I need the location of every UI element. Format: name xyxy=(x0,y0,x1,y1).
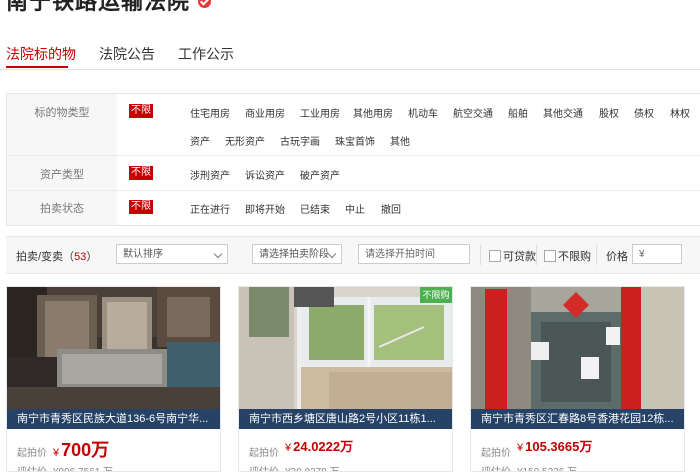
filter-row-asset-type: 资产类型 不限 涉刑资产 诉讼资产 破产资产 xyxy=(7,156,700,191)
listing-card[interactable]: 南宁市青秀区民族大道136-6号南宁华... 起拍价 ¥700万 评估价 ¥99… xyxy=(6,286,221,472)
filter-option[interactable]: 撤回 xyxy=(381,201,401,216)
filter-option[interactable]: 工业用房 xyxy=(300,105,340,120)
filter-option[interactable]: 涉刑资产 xyxy=(190,167,230,182)
start-price-label: 起拍价 xyxy=(249,448,279,459)
no-limit-purchase-badge: 不限购 xyxy=(420,287,452,303)
filter-option[interactable]: 住宅用房 xyxy=(190,105,230,120)
tab-court-items[interactable]: 法院标的物 xyxy=(6,44,76,64)
price-label: 价格 xyxy=(606,251,628,263)
chevron-down-icon xyxy=(327,249,337,259)
filter-option[interactable]: 中止 xyxy=(345,201,365,216)
chevron-down-icon xyxy=(213,249,223,259)
tab-bar: 法院标的物 法院公告 工作公示 xyxy=(0,36,700,70)
property-interior-image xyxy=(7,287,220,409)
filter-option[interactable]: 其他用房 xyxy=(353,105,393,120)
eval-price-label: 评估价 xyxy=(17,463,47,471)
start-time-input[interactable]: 请选择开拍时间 xyxy=(358,244,470,264)
nolimit-button[interactable]: 不限 xyxy=(129,104,153,118)
property-door-image xyxy=(471,287,684,409)
listing-photo[interactable] xyxy=(471,287,684,409)
listing-photo[interactable] xyxy=(239,287,452,409)
filter-option[interactable]: 机动车 xyxy=(408,105,438,120)
filter-label: 拍卖状态 xyxy=(7,200,117,216)
filter-option[interactable]: 其他交通 xyxy=(543,105,583,120)
eval-price-label: 评估价 xyxy=(481,463,511,471)
eval-price: ¥30.0278 万 xyxy=(285,463,340,471)
loan-checkbox[interactable] xyxy=(489,250,501,262)
nolimit-button[interactable]: 不限 xyxy=(129,200,153,214)
price-min-input[interactable]: ¥ xyxy=(632,244,682,264)
active-tab-indicator xyxy=(6,66,68,68)
eval-price: ¥996.7561 万 xyxy=(53,463,113,471)
auction-stage-select[interactable]: 请选择拍卖阶段 xyxy=(252,244,342,264)
filter-option[interactable]: 航空交通 xyxy=(453,105,493,120)
page-title: 南宁铁路运输法院 xyxy=(6,0,191,14)
filter-option[interactable]: 破产资产 xyxy=(300,167,340,182)
sort-select[interactable]: 默认排序 xyxy=(116,244,228,264)
nolimit-button[interactable]: 不限 xyxy=(129,166,153,180)
result-count: 拍卖/变卖（53） xyxy=(16,251,98,263)
filter-option[interactable]: 股权 xyxy=(599,105,619,120)
court-header: 南宁铁路运输法院 xyxy=(0,0,212,16)
filter-panel: 标的物类型 不限 住宅用房 商业用房 工业用房 其他用房 机动车 航空交通 船舶… xyxy=(6,93,700,226)
eval-price: ¥150.5236 万 xyxy=(517,463,577,471)
filter-option[interactable]: 其他 xyxy=(390,133,410,148)
start-price-label: 起拍价 xyxy=(481,448,511,459)
filter-option[interactable]: 诉讼资产 xyxy=(245,167,285,182)
listing-title[interactable]: 南宁市青秀区汇春路8号香港花园12栋... xyxy=(471,409,684,429)
start-price: ¥24.0222万 xyxy=(285,439,354,454)
eval-price-label: 评估价 xyxy=(249,463,279,471)
tab-work-publicity[interactable]: 工作公示 xyxy=(178,44,234,64)
listing-photo[interactable] xyxy=(7,287,220,409)
filter-option[interactable]: 古玩字画 xyxy=(280,133,320,148)
filter-option[interactable]: 商业用房 xyxy=(245,105,285,120)
loan-label: 可贷款 xyxy=(503,251,536,263)
listing-title[interactable]: 南宁市西乡塘区唐山路2号小区11栋1... xyxy=(239,409,452,429)
no-limit-purchase-checkbox[interactable] xyxy=(544,250,556,262)
filter-option[interactable]: 即将开始 xyxy=(245,201,285,216)
filter-label: 标的物类型 xyxy=(7,104,117,120)
listing-title[interactable]: 南宁市青秀区民族大道136-6号南宁华... xyxy=(7,409,220,429)
filter-option[interactable]: 债权 xyxy=(634,105,654,120)
property-balcony-image xyxy=(239,287,452,409)
verified-icon xyxy=(198,0,212,8)
start-price-label: 起拍价 xyxy=(17,448,47,459)
no-limit-purchase-label: 不限购 xyxy=(558,251,591,263)
filter-option[interactable]: 正在进行 xyxy=(190,201,230,216)
listing-card[interactable]: 南宁市青秀区汇春路8号香港花园12栋... 起拍价 ¥105.3665万 评估价… xyxy=(470,286,685,472)
start-price: ¥700万 xyxy=(53,440,110,460)
filter-option[interactable]: 资产 xyxy=(190,133,210,148)
filter-option[interactable]: 无形资产 xyxy=(225,133,265,148)
filter-option[interactable]: 已结束 xyxy=(300,201,330,216)
filter-option[interactable]: 林权 xyxy=(670,105,690,120)
filter-option[interactable]: 船舶 xyxy=(508,105,528,120)
sort-toolbar: 拍卖/变卖（53） 默认排序 请选择拍卖阶段 请选择开拍时间 可贷款 不限购 价… xyxy=(6,236,700,274)
filter-row-subject-type: 标的物类型 不限 住宅用房 商业用房 工业用房 其他用房 机动车 航空交通 船舶… xyxy=(7,94,700,156)
listing-card[interactable]: 不限购 南宁市西乡塘区唐山路2号小区11栋1... 起拍价 ¥24.0222万 … xyxy=(238,286,453,472)
filter-label: 资产类型 xyxy=(7,166,117,182)
tab-court-announcements[interactable]: 法院公告 xyxy=(99,44,155,64)
start-price: ¥105.3665万 xyxy=(517,439,593,454)
filter-row-auction-status: 拍卖状态 不限 正在进行 即将开始 已结束 中止 撤回 xyxy=(7,191,700,225)
filter-option[interactable]: 珠宝首饰 xyxy=(335,133,375,148)
